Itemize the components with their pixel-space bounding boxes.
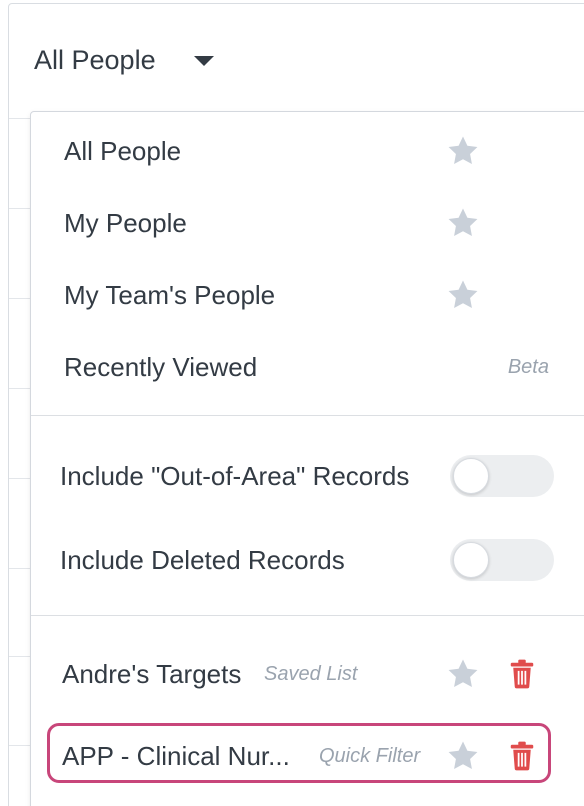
list-label: Andre's Targets — [62, 658, 242, 689]
out-of-area-toggle[interactable] — [450, 455, 554, 497]
menu-divider — [31, 415, 584, 416]
menu-item-my-teams-people[interactable]: My Team's People — [31, 265, 584, 325]
quick-filter-app-clinical[interactable]: APP - Clinical Nur... Quick Filter — [31, 726, 584, 786]
toggle-knob — [453, 458, 489, 494]
star-icon[interactable] — [446, 134, 480, 168]
star-icon[interactable] — [446, 278, 480, 312]
view-menu: All People My People My Team's People Re… — [30, 111, 584, 806]
view-selector-label: All People — [34, 44, 156, 75]
toggle-label: Include Deleted Records — [60, 544, 345, 575]
toggle-label: Include "Out-of-Area" Records — [60, 460, 410, 491]
trash-icon[interactable] — [509, 659, 535, 689]
menu-item-recently-viewed[interactable]: Recently Viewed Beta — [31, 337, 584, 397]
list-type-tag: Saved List — [264, 662, 358, 685]
list-label: APP - Clinical Nur... — [62, 740, 290, 771]
toggle-row-out-of-area: Include "Out-of-Area" Records — [31, 446, 584, 506]
star-icon[interactable] — [446, 206, 480, 240]
list-type-tag: Quick Filter — [319, 744, 421, 767]
deleted-records-toggle[interactable] — [450, 539, 554, 581]
menu-item-label: My Team's People — [64, 279, 276, 310]
trash-icon[interactable] — [509, 741, 535, 771]
menu-item-my-people[interactable]: My People — [31, 193, 584, 253]
menu-item-label: All People — [64, 135, 182, 166]
beta-badge: Beta — [507, 355, 549, 378]
menu-item-all-people[interactable]: All People — [31, 121, 584, 181]
toggle-knob — [453, 542, 489, 578]
toggle-row-deleted-records: Include Deleted Records — [31, 530, 584, 590]
star-icon[interactable] — [446, 657, 480, 691]
saved-list-andres-targets[interactable]: Andre's Targets Saved List — [31, 644, 584, 704]
caret-down-icon — [193, 56, 214, 66]
menu-item-label: My People — [64, 207, 187, 238]
star-icon[interactable] — [446, 739, 480, 773]
view-selector-dropdown[interactable]: All People — [34, 40, 214, 80]
menu-item-label: Recently Viewed — [64, 351, 258, 382]
menu-divider — [31, 615, 584, 616]
